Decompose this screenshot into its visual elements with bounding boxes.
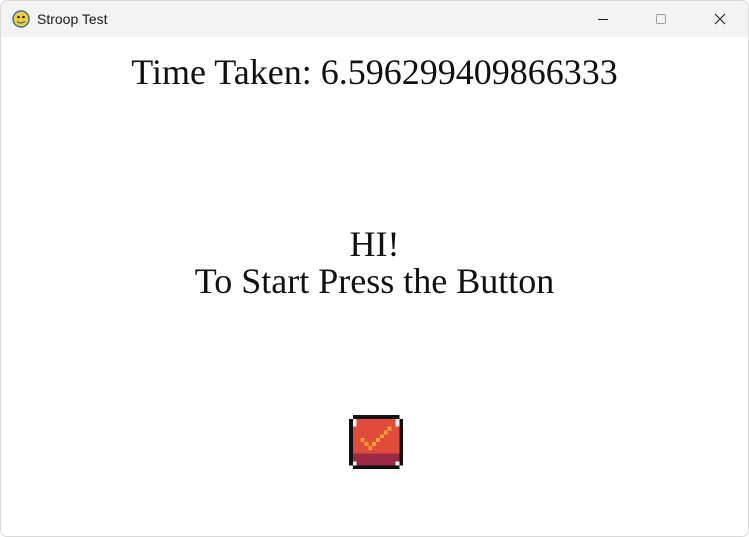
minimize-icon (598, 19, 608, 20)
time-taken-label: Time Taken: 6.596299409866333 (131, 52, 618, 92)
greeting-message: HI! To Start Press the Button (1, 226, 748, 300)
start-button[interactable] (345, 411, 407, 473)
maximize-button[interactable] (638, 1, 684, 37)
minimize-button[interactable] (580, 1, 626, 37)
greeting-instruction: To Start Press the Button (194, 261, 555, 301)
greeting-title: HI! (349, 224, 400, 264)
close-icon (714, 13, 726, 25)
maximize-icon (656, 14, 666, 24)
pygame-snake-icon (12, 10, 30, 28)
game-canvas[interactable]: Time Taken: 6.596299409866333 HI! To Sta… (1, 37, 748, 536)
app-window: Stroop Test Time Taken: 6.59629940986633… (0, 0, 749, 537)
window-title: Stroop Test (37, 11, 108, 27)
title-bar[interactable]: Stroop Test (1, 1, 748, 37)
close-button[interactable] (697, 1, 743, 37)
